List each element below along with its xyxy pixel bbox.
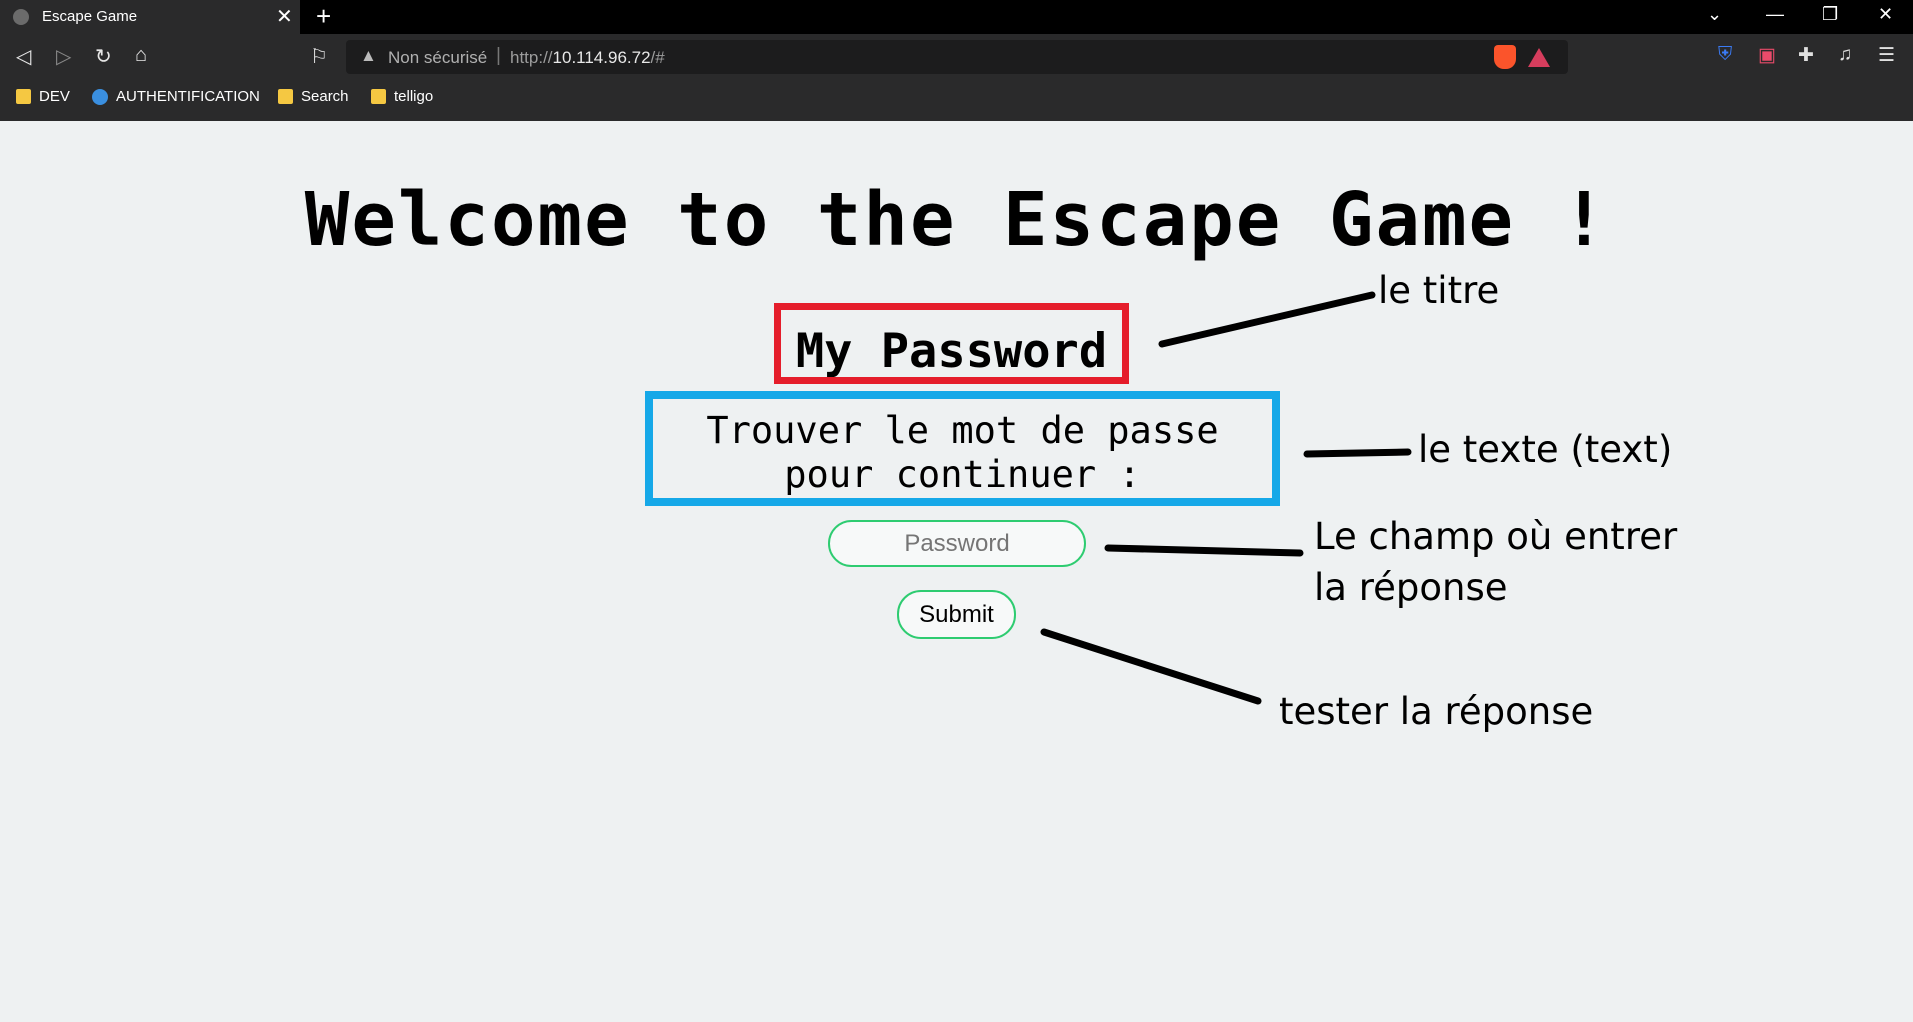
text-pointer-line [1303,448,1412,458]
reload-icon[interactable]: ↻ [95,44,112,69]
url-text[interactable]: http://10.114.96.72/# [510,48,665,68]
home-icon[interactable]: ⌂ [135,44,147,67]
extension-icon[interactable]: ▣ [1758,44,1776,67]
folder-icon [278,89,293,104]
close-window-icon[interactable]: ✕ [1878,4,1893,25]
media-icon[interactable]: ♫ [1838,44,1852,66]
tab-escape-game[interactable]: Escape Game ✕ [0,0,300,34]
warning-icon: ▲ [360,46,377,65]
tab-strip: Escape Game ✕ + ⌄ — ❐ ✕ [0,0,1913,34]
close-tab-icon[interactable]: ✕ [276,4,293,29]
folder-icon [371,89,386,104]
bookmark-dev[interactable]: DEV [16,88,70,105]
navigation-bar: ◁ ▷ ↻ ⌂ ⚐ ▲ Non sécurisé | http://10.114… [0,34,1913,80]
app-icon [92,88,108,105]
annotation-field-line1: Le champ où entrer [1314,515,1678,558]
forward-icon[interactable]: ▷ [56,44,71,69]
title-pointer-line [1158,291,1376,348]
annotation-submit: tester la réponse [1279,690,1594,733]
bookmarks-bar: DEV AUTHENTIFICATION Search telligo [0,80,1913,120]
bitwarden-icon[interactable]: ⛨ [1718,44,1732,66]
brave-shields-icon[interactable] [1494,45,1516,69]
bookmark-icon[interactable]: ⚐ [310,44,328,69]
tab-title: Escape Game [42,8,138,25]
brave-rewards-icon[interactable] [1528,48,1550,67]
bookmark-telligo[interactable]: telligo [371,88,433,105]
annotation-field-line2: la réponse [1314,566,1508,609]
address-bar[interactable]: ▲ Non sécurisé | http://10.114.96.72/# [346,40,1568,74]
security-label[interactable]: Non sécurisé [388,48,487,68]
submit-pointer-line [1040,628,1262,705]
annotation-lines [1040,291,1412,705]
tab-search-icon[interactable]: ⌄ [1707,4,1722,25]
folder-icon [16,89,31,104]
field-pointer-line [1104,544,1304,557]
restore-icon[interactable]: ❐ [1822,4,1838,25]
annotation-title: le titre [1378,269,1500,312]
browser-chrome: Escape Game ✕ + ⌄ — ❐ ✕ ◁ ▷ ↻ ⌂ ⚐ ▲ Non … [0,0,1913,121]
page-content: Welcome to the Escape Game ! My Password… [0,121,1913,1022]
globe-icon [13,9,29,25]
annotation-text: le texte (text) [1418,428,1673,471]
extensions-puzzle-icon[interactable]: ✚ [1798,44,1814,67]
bookmark-authentification[interactable]: AUTHENTIFICATION [92,88,260,105]
back-icon[interactable]: ◁ [16,44,31,69]
bookmark-search[interactable]: Search [278,88,349,105]
new-tab-button[interactable]: + [316,1,331,32]
minimize-icon[interactable]: — [1766,4,1784,25]
menu-icon[interactable]: ☰ [1878,44,1895,67]
